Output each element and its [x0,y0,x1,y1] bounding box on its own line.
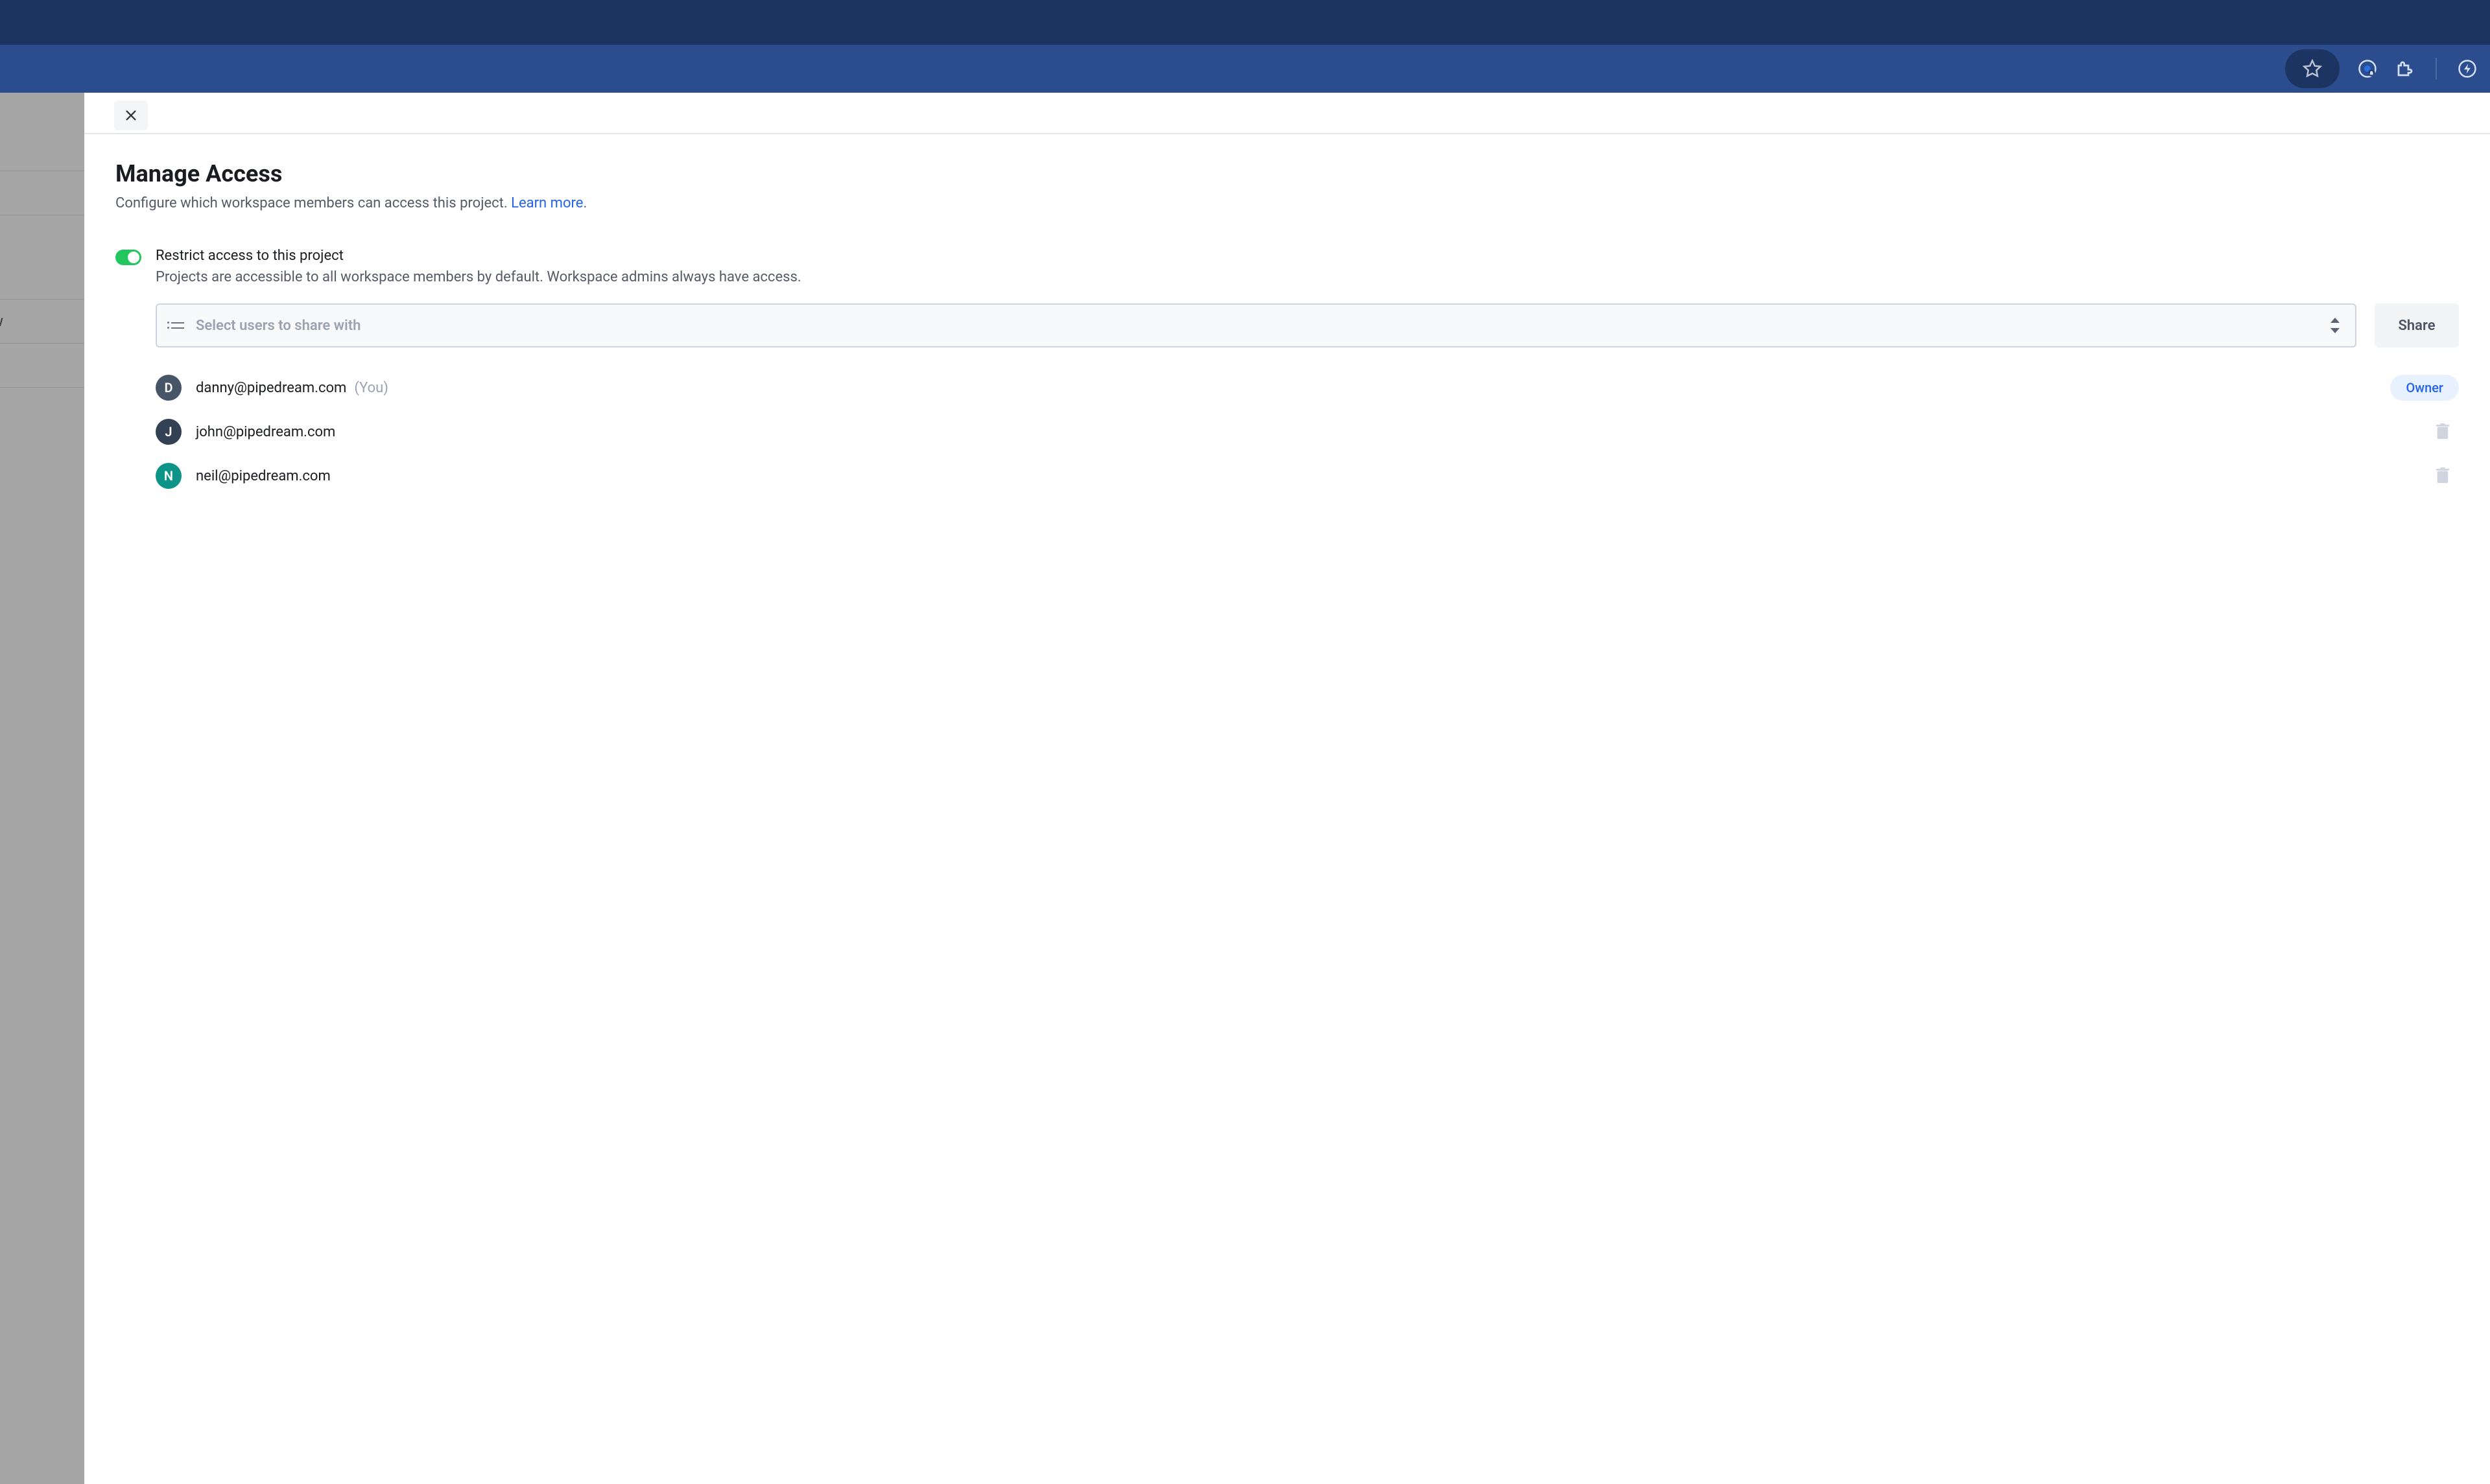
background-row: ed Workflow [0,299,84,343]
restrict-access-label: Restrict access to this project [156,248,2459,264]
learn-more-link[interactable]: Learn more [511,195,583,211]
bg-text: ed Workflow [0,312,3,330]
user-row: J john@pipedream.com [156,410,2459,454]
subtitle-text: Configure which workspace members can ac… [115,195,511,211]
modal-title: Manage Access [115,160,2459,187]
share-button-label: Share [2398,318,2435,334]
background-overlay-left: ok · Add ed Workflow borations · Slack - [0,93,84,1484]
avatar-initial: J [165,424,172,440]
restrict-access-toggle[interactable] [115,250,141,265]
user-list: D danny@pipedream.com (You) Owner J john… [156,366,2459,498]
restrict-access-description: Projects are accessible to all workspace… [156,269,2459,285]
address-bar-end-cap [2285,49,2340,88]
owner-badge: Owner [2390,375,2459,401]
user-email: danny@pipedream.com [196,380,346,396]
page-content-area: ok · Add ed Workflow borations · Slack -… [0,93,2490,1484]
modal-body: Manage Access Configure which workspace … [84,133,2490,1484]
password-manager-icon[interactable] [2358,59,2377,78]
avatar: D [156,375,182,401]
remove-user-button[interactable] [2436,467,2450,484]
modal-subtitle: Configure which workspace members can ac… [115,195,2459,211]
background-row: Slack - [0,387,84,431]
user-email: neil@pipedream.com [196,468,331,484]
user-row: N neil@pipedream.com [156,454,2459,498]
browser-toolbar [0,45,2490,93]
avatar-initial: N [164,468,173,484]
avatar: N [156,463,182,489]
manage-access-modal: Manage Access Configure which workspace … [84,93,2490,1484]
toggle-knob [128,252,139,263]
star-icon[interactable] [2303,59,2322,78]
restrict-access-block: Restrict access to this project Projects… [115,248,2459,285]
list-icon [171,320,184,331]
background-row [0,126,84,171]
avatar-initial: D [164,380,172,395]
avatar: J [156,419,182,445]
lightning-circle-icon[interactable] [2458,59,2477,78]
chevron-updown-icon [2330,318,2341,333]
background-row [0,171,84,215]
toolbar-separator [2436,58,2437,80]
select-users-placeholder: Select users to share with [196,318,2330,334]
user-email: john@pipedream.com [196,424,335,440]
background-row: borations · [0,343,84,387]
background-row: ok · Add [0,215,84,299]
share-button[interactable]: Share [2375,303,2459,347]
user-row: D danny@pipedream.com (You) Owner [156,366,2459,410]
close-button[interactable] [114,100,148,130]
you-label: (You) [354,380,388,396]
share-row: Select users to share with Share [156,303,2459,347]
subtitle-period: . [583,195,587,211]
extensions-icon[interactable] [2395,59,2415,78]
browser-window-frame-top [0,0,2490,45]
select-users-dropdown[interactable]: Select users to share with [156,303,2356,347]
remove-user-button[interactable] [2436,423,2450,440]
close-icon [124,108,138,123]
